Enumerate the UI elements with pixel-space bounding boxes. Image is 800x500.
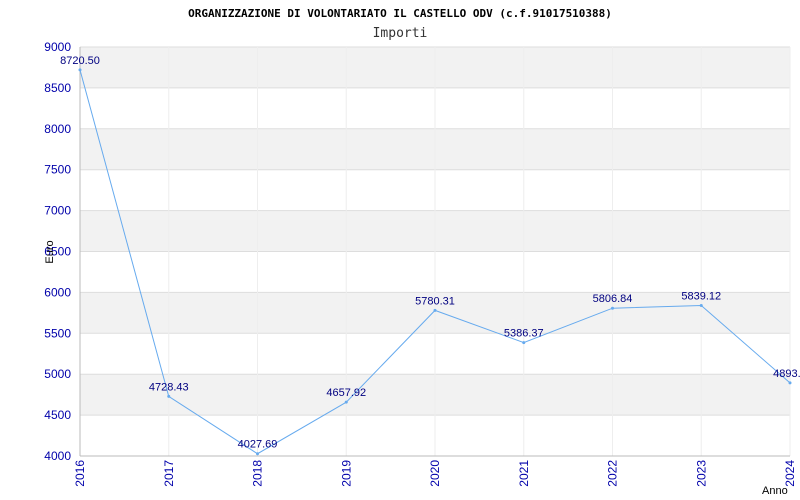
data-label: 4027.69 (238, 439, 278, 451)
x-tick-label: 2016 (73, 460, 87, 487)
y-tick-label: 4000 (44, 449, 71, 463)
data-label: 5839.12 (681, 291, 721, 303)
data-label: 8720.50 (60, 55, 100, 67)
x-tick-label: 2017 (162, 460, 176, 487)
x-tick-label: 2019 (339, 460, 353, 487)
y-tick-label: 6000 (44, 285, 71, 299)
y-axis-label: Euro (44, 240, 56, 263)
data-point (699, 304, 703, 308)
data-label: 4728.43 (149, 381, 189, 393)
x-tick-label: 2022 (606, 460, 620, 487)
y-tick-label: 9000 (44, 40, 71, 54)
x-tick-label: 2024 (783, 460, 797, 487)
y-tick-label: 7000 (44, 204, 71, 218)
y-tick-label: 8500 (44, 81, 71, 95)
y-tick-label: 7500 (44, 163, 71, 177)
data-point (78, 68, 82, 72)
data-label: 4657.92 (326, 387, 366, 399)
x-tick-label: 2023 (694, 460, 708, 487)
y-tick-label: 8000 (44, 122, 71, 136)
data-point (344, 400, 348, 404)
x-tick-label: 2021 (517, 460, 531, 487)
x-axis-ticks: 2016 2017 2018 2019 2020 2021 2022 2023 2024 (73, 460, 797, 487)
data-point (522, 341, 526, 345)
line-chart: 4000450050005500600065007000750080008500… (44, 7, 800, 497)
data-label: 4893.8 (773, 368, 800, 380)
data-label: 5386.37 (504, 328, 544, 340)
data-point (611, 306, 614, 310)
x-tick-label: 2020 (428, 460, 442, 487)
y-tick-label: 4500 (44, 408, 71, 422)
data-label: 5780.31 (415, 295, 455, 307)
y-tick-label: 5500 (44, 326, 71, 340)
x-axis-label: Anno (762, 485, 788, 497)
data-point (167, 394, 171, 398)
chart-subtitle: Importi (373, 26, 428, 41)
chart-title: ORGANIZZAZIONE DI VOLONTARIATO IL CASTEL… (188, 7, 612, 20)
data-point (788, 381, 792, 385)
data-label: 5806.84 (593, 293, 633, 305)
data-point (433, 308, 437, 312)
data-point (256, 452, 259, 456)
x-tick-label: 2018 (251, 460, 265, 487)
y-tick-label: 5000 (44, 367, 71, 381)
